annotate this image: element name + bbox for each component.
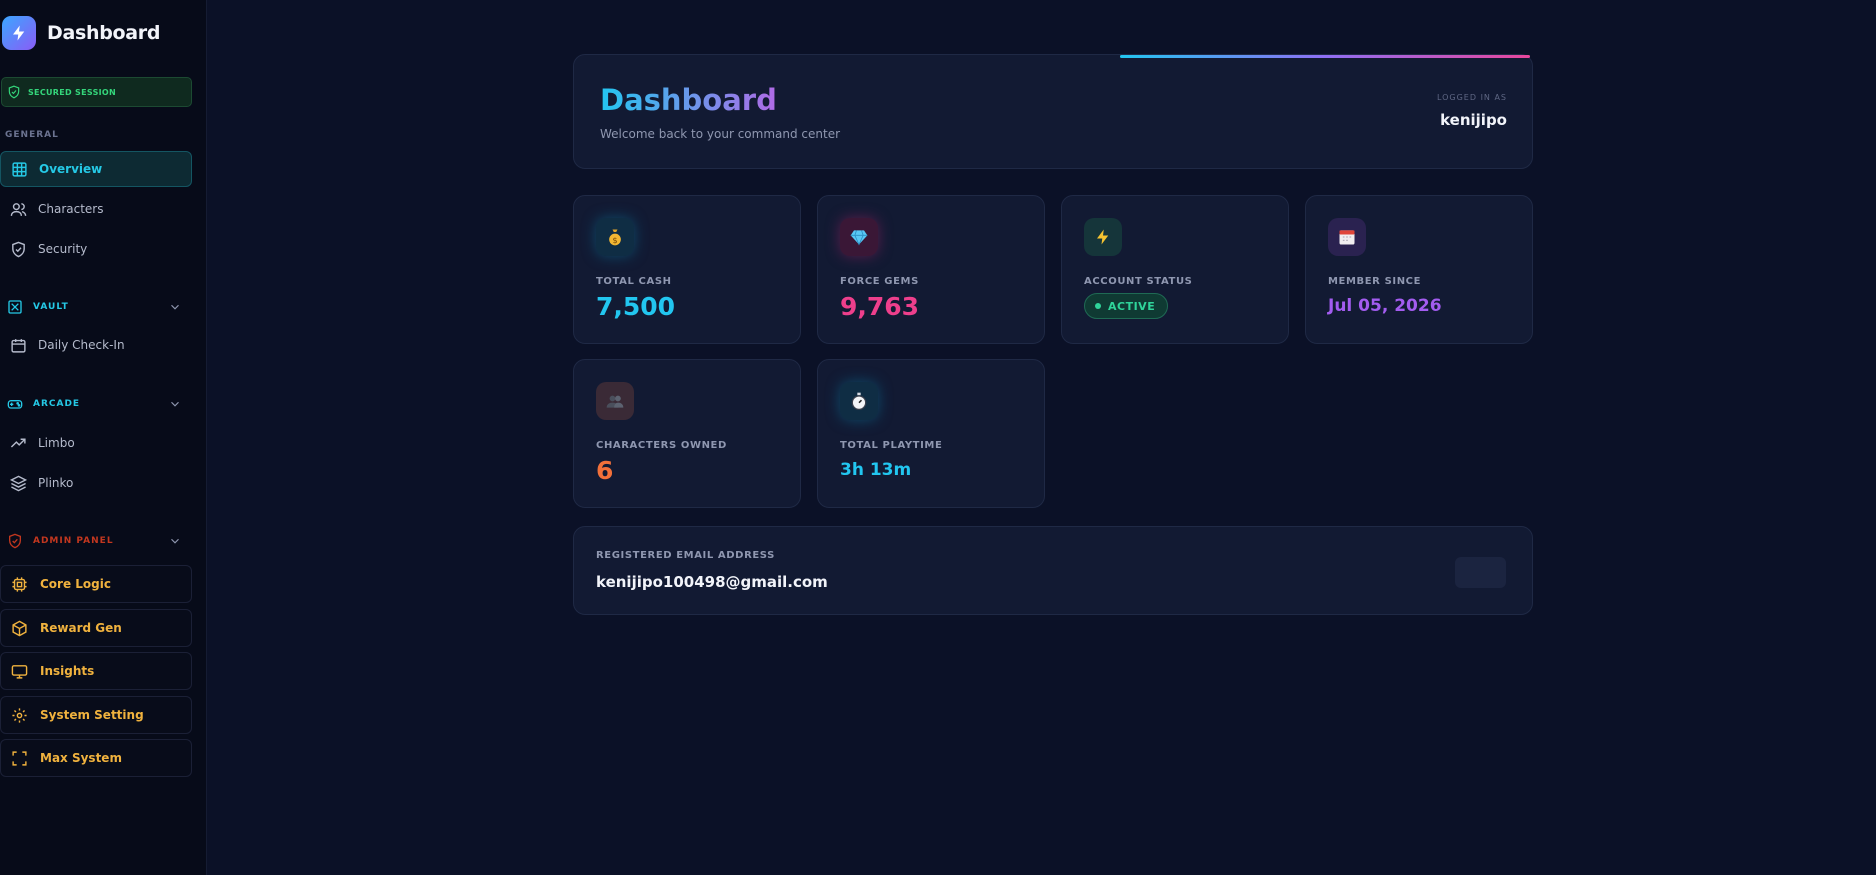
svg-text:$: $ — [612, 235, 617, 245]
stat-value-characters-owned: 6 — [596, 456, 614, 485]
email-card: REGISTERED EMAIL ADDRESS kenijipo100498@… — [573, 526, 1533, 615]
email-action-button[interactable] — [1455, 557, 1506, 588]
chevron-down-icon — [171, 538, 179, 544]
section-label-general: GENERAL — [5, 130, 59, 140]
group-arcade[interactable]: ARCADE — [0, 391, 192, 417]
gem-icon — [840, 218, 878, 256]
stat-card-account-status: ACCOUNT STATUS ACTIVE — [1061, 195, 1289, 344]
status-text: ACTIVE — [1108, 299, 1156, 313]
group-label: ADMIN PANEL — [33, 536, 114, 546]
trend-icon — [10, 438, 26, 448]
shield-check-icon — [8, 85, 20, 99]
status-dot — [1095, 303, 1101, 309]
shield-icon — [12, 241, 25, 257]
email-value: kenijipo100498@gmail.com — [596, 573, 828, 591]
chevron-down-icon — [171, 304, 179, 310]
session-label: SECURED SESSION — [28, 87, 117, 97]
brand[interactable]: Dashboard — [2, 16, 160, 50]
money-bag-icon: $ — [596, 218, 634, 256]
sidebar-item-label: Security — [38, 242, 88, 256]
page-title: Dashboard — [600, 83, 777, 117]
header-accent-bar — [1120, 55, 1530, 58]
group-vault[interactable]: VAULT — [0, 294, 192, 320]
secured-session-badge: SECURED SESSION — [1, 77, 192, 107]
gear-icon — [12, 707, 27, 723]
header-card: Dashboard Welcome back to your command c… — [573, 54, 1533, 169]
stat-label: TOTAL PLAYTIME — [840, 440, 943, 451]
grid-icon — [12, 161, 27, 177]
sidebar-item-label: Overview — [39, 162, 103, 176]
users-icon — [10, 202, 27, 216]
status-badge: ACTIVE — [1084, 293, 1169, 319]
admin-item-label: System Setting — [40, 708, 144, 722]
admin-item-reward-gen[interactable]: Reward Gen — [0, 609, 192, 647]
vault-icon — [8, 300, 22, 314]
sidebar-item-plinko[interactable]: Plinko — [0, 465, 192, 501]
monitor-icon — [11, 664, 28, 679]
group-admin-panel[interactable]: ADMIN PANEL — [0, 528, 192, 554]
admin-item-max-system[interactable]: Max System — [0, 739, 192, 777]
sidebar-item-daily-check-in[interactable]: Daily Check-In — [0, 327, 192, 363]
stat-card-total-cash: $ TOTAL CASH 7,500 — [573, 195, 801, 344]
stopwatch-icon — [840, 382, 878, 420]
stat-label: ACCOUNT STATUS — [1084, 276, 1193, 287]
layers-icon — [10, 475, 27, 491]
stat-card-characters-owned: CHARACTERS OWNED 6 — [573, 359, 801, 508]
bolt-icon — [1084, 218, 1122, 256]
gamepad-icon — [7, 400, 23, 409]
admin-item-core-logic[interactable]: Core Logic — [0, 565, 192, 603]
username: kenijipo — [1440, 111, 1507, 129]
stat-label: FORCE GEMS — [840, 276, 919, 287]
stat-card-force-gems: FORCE GEMS 9,763 — [817, 195, 1045, 344]
sidebar-item-limbo[interactable]: Limbo — [0, 425, 192, 461]
stat-label: CHARACTERS OWNED — [596, 440, 727, 451]
admin-item-insights[interactable]: Insights — [0, 652, 192, 690]
sidebar: Dashboard SECURED SESSION GENERAL Overvi… — [0, 0, 207, 875]
stat-value-member-since: Jul 05, 2026 — [1328, 296, 1442, 316]
sidebar-item-label: Limbo — [38, 436, 75, 450]
people-icon — [596, 382, 634, 420]
stat-card-member-since: MEMBER SINCE Jul 05, 2026 — [1305, 195, 1533, 344]
bolt-icon — [2, 16, 36, 50]
admin-item-label: Max System — [40, 751, 122, 765]
sidebar-item-security[interactable]: Security — [0, 231, 192, 267]
cpu-icon — [12, 576, 27, 592]
stat-label: MEMBER SINCE — [1328, 276, 1422, 287]
chevron-down-icon — [171, 401, 179, 407]
box-icon — [12, 620, 27, 636]
stat-value-force-gems: 9,763 — [840, 292, 920, 321]
sidebar-item-overview[interactable]: Overview — [0, 151, 192, 187]
stat-value-total-cash: 7,500 — [596, 292, 676, 321]
stat-value-total-playtime: 3h 13m — [840, 460, 912, 480]
sidebar-item-label: Plinko — [38, 476, 74, 490]
admin-item-system-setting[interactable]: System Setting — [0, 696, 192, 734]
logged-in-label: LOGGED IN AS — [1436, 93, 1507, 102]
brand-title: Dashboard — [47, 22, 161, 44]
sidebar-item-characters[interactable]: Characters — [0, 191, 192, 227]
admin-item-label: Insights — [40, 664, 95, 678]
sidebar-item-label: Characters — [38, 202, 104, 216]
stat-card-total-playtime: TOTAL PLAYTIME 3h 13m — [817, 359, 1045, 508]
expand-icon — [12, 750, 27, 766]
page-subtitle: Welcome back to your command center — [600, 127, 841, 141]
group-label: ARCADE — [33, 399, 81, 409]
calendar-icon — [1328, 218, 1366, 256]
sidebar-item-label: Daily Check-In — [38, 338, 125, 352]
admin-item-label: Reward Gen — [40, 621, 122, 635]
group-label: VAULT — [33, 302, 69, 312]
email-label: REGISTERED EMAIL ADDRESS — [596, 550, 775, 561]
admin-item-label: Core Logic — [40, 577, 111, 591]
stat-label: TOTAL CASH — [596, 276, 672, 287]
shield-icon — [9, 533, 21, 549]
calendar-icon — [11, 338, 26, 353]
